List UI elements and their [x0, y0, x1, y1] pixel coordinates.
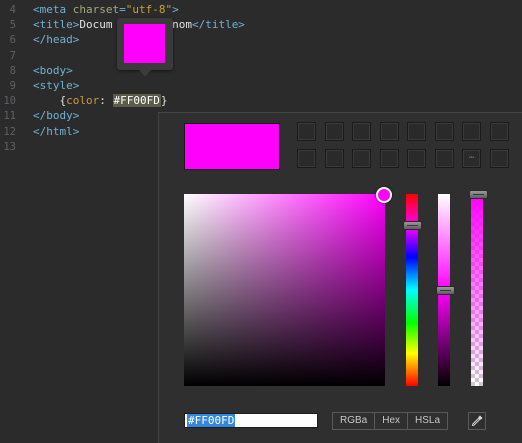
line-number: 5	[9, 19, 16, 32]
alpha-slider-handle[interactable]	[469, 190, 488, 199]
code-token: </body>	[33, 109, 80, 123]
code-token: <body>	[33, 63, 73, 77]
swatch-slot[interactable]	[407, 122, 426, 141]
code-token: </html>	[33, 124, 80, 138]
code-token: color	[66, 94, 100, 108]
swatch-slot[interactable]	[352, 122, 371, 141]
hex-color-input[interactable]: #FF00FD	[184, 413, 318, 428]
color-mode-buttons: RGBa Hex HSLa	[332, 412, 449, 430]
saturation-brightness-area[interactable]	[184, 194, 385, 386]
code-token: <title>	[33, 18, 80, 32]
code-token: :	[99, 94, 113, 108]
code-token: }	[160, 94, 168, 108]
code-token: </head>	[33, 33, 80, 47]
lightness-slider-handle[interactable]	[436, 286, 455, 295]
mode-hsla-button[interactable]: HSLa	[407, 412, 449, 430]
code-line: <body>	[33, 64, 73, 77]
color-picker-panel: ⋯ #FF00FD RGBa Hex HSLa	[158, 112, 522, 443]
color-preview-pointer	[139, 70, 151, 77]
selected-color-value: #FF00FD	[112, 94, 161, 108]
swatch-slot[interactable]	[324, 122, 344, 141]
code-token: charset	[72, 3, 120, 16]
saturation-handle[interactable]	[376, 187, 392, 203]
swatch-slot[interactable]	[324, 149, 344, 168]
swatch-slot[interactable]	[297, 122, 316, 141]
eyedropper-icon	[472, 415, 483, 426]
line-number: 10	[3, 95, 16, 108]
swatch-slot[interactable]	[379, 149, 399, 168]
code-token: "utf-8"	[125, 3, 173, 16]
line-number: 7	[9, 49, 16, 62]
swatch-slot[interactable]	[434, 149, 454, 168]
swatch-slot[interactable]	[489, 149, 509, 168]
code-token: {	[33, 94, 67, 108]
code-token: >	[172, 3, 179, 16]
code-line: </head>	[33, 33, 79, 46]
code-line: </body>	[33, 109, 79, 122]
line-number: 4	[9, 4, 16, 16]
mode-rgba-button[interactable]: RGBa	[332, 412, 376, 430]
swatch-slot[interactable]	[297, 149, 316, 168]
swatch-slot[interactable]	[489, 122, 509, 141]
ellipsis-icon[interactable]: ⋯	[469, 153, 474, 163]
swatch-slot[interactable]	[434, 122, 454, 141]
current-color-swatch	[184, 123, 280, 170]
mode-hex-button[interactable]: Hex	[374, 412, 409, 430]
code-line: <meta charset="utf-8">	[33, 3, 179, 16]
hex-color-value: #FF00FD	[187, 414, 236, 427]
line-number: 13	[3, 140, 16, 153]
hue-slider-handle[interactable]	[403, 220, 422, 230]
code-line: {color: #FF00FD}	[33, 94, 168, 108]
code-token: <meta	[33, 3, 73, 16]
swatch-slot[interactable]	[407, 149, 426, 168]
swatch-slot[interactable]	[462, 122, 481, 141]
code-token: </title>	[191, 18, 245, 32]
line-number: 12	[3, 125, 16, 138]
line-number: 6	[9, 34, 16, 47]
line-number: 8	[9, 64, 16, 77]
code-token: =	[119, 3, 126, 16]
color-preview-popup	[117, 18, 173, 70]
code-line: <style>	[33, 79, 79, 92]
code-line: </html>	[33, 125, 79, 138]
eyedropper-button[interactable]	[468, 412, 486, 430]
line-number: 11	[3, 110, 16, 123]
color-preview-swatch	[124, 24, 165, 63]
swatch-slot[interactable]	[352, 149, 371, 168]
swatch-slot[interactable]	[379, 122, 399, 141]
code-token: <style>	[33, 79, 80, 92]
alpha-slider[interactable]	[471, 194, 483, 386]
line-number: 9	[9, 80, 16, 92]
